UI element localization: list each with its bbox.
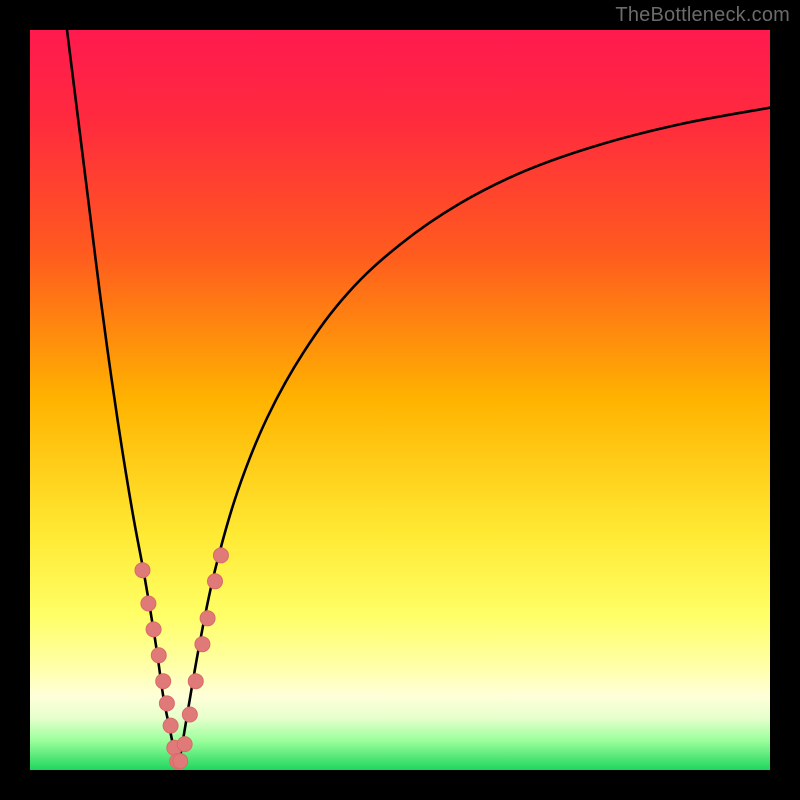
marker-point — [195, 637, 210, 652]
marker-point — [173, 754, 188, 769]
plot-area — [30, 30, 770, 770]
marker-point — [159, 696, 174, 711]
marker-point — [135, 563, 150, 578]
marker-point — [208, 574, 223, 589]
curve-layer — [30, 30, 770, 770]
chart-frame: TheBottleneck.com — [0, 0, 800, 800]
marker-point — [163, 718, 178, 733]
marker-point — [200, 611, 215, 626]
marker-point — [188, 674, 203, 689]
marker-point — [213, 548, 228, 563]
marker-point — [146, 622, 161, 637]
watermark-text: TheBottleneck.com — [615, 4, 790, 27]
right-branch — [178, 108, 770, 767]
marker-point — [156, 674, 171, 689]
marker-point — [177, 737, 192, 752]
marker-point — [151, 648, 166, 663]
marker-point — [141, 596, 156, 611]
marker-group — [135, 548, 228, 769]
marker-point — [182, 707, 197, 722]
